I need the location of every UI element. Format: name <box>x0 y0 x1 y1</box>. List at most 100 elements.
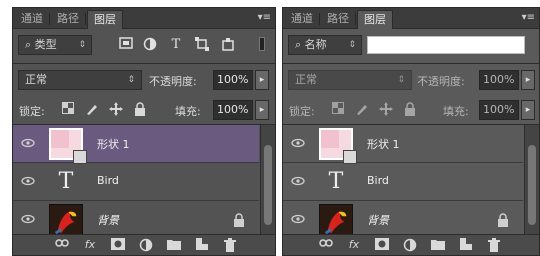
opacity-input[interactable]: 100% <box>213 70 253 90</box>
delete-icon[interactable] <box>223 238 237 252</box>
text-layer-icon: T <box>58 169 74 194</box>
blend-mode-select[interactable]: 正常 ⇕ <box>18 70 142 90</box>
filter-kind-select[interactable]: ⌕ 类型 ⇕ <box>18 35 92 55</box>
layers-panel-left: 通道 路径 图层 ▾≡ ⌕ 类型 ⇕ T 正常 ⇕ 不透明度: 100% ▸ 锁… <box>12 7 276 256</box>
scrollbar-thumb[interactable] <box>528 145 536 225</box>
panel-footer: fx <box>283 234 539 255</box>
layer-row-bird[interactable]: T Bird <box>13 163 259 201</box>
add-mask-icon[interactable] <box>111 238 125 252</box>
opacity-dropdown-button[interactable]: ▸ <box>521 70 535 90</box>
lock-label: 锁定: <box>289 105 315 118</box>
panel-tabs: 通道 路径 图层 ▾≡ <box>283 8 539 29</box>
shape-filter-icon[interactable] <box>193 37 211 53</box>
lock-position-icon[interactable] <box>109 102 123 116</box>
group-folder-icon[interactable] <box>431 238 445 252</box>
fx-icon[interactable]: fx <box>347 238 361 252</box>
chevron-down-icon: ⇕ <box>127 75 135 85</box>
layer-name[interactable]: Bird <box>97 174 119 187</box>
blend-mode-select[interactable]: 正常 ⇕ <box>288 70 412 90</box>
filter-kind-select[interactable]: ⌕ 名称 ⇕ <box>288 35 362 55</box>
tab-divider <box>355 13 356 25</box>
fill-input[interactable]: 100% <box>213 100 253 120</box>
scrollbar[interactable] <box>260 125 275 235</box>
lock-all-icon[interactable] <box>133 102 147 116</box>
text-layer-icon: T <box>328 169 344 194</box>
layer-name[interactable]: Bird <box>367 174 389 187</box>
opacity-label: 不透明度: <box>417 75 465 88</box>
search-icon: ⌕ <box>25 38 35 51</box>
blend-mode-value: 正常 <box>295 73 317 86</box>
filter-kind-label: 名称 <box>304 38 327 51</box>
panel-footer: fx <box>13 234 275 255</box>
lock-icon <box>498 213 508 227</box>
new-layer-icon[interactable] <box>459 238 473 252</box>
divider <box>13 63 275 64</box>
lock-position-icon[interactable] <box>379 102 393 116</box>
scrollbar-thumb[interactable] <box>264 145 272 225</box>
layer-row-shape[interactable]: 形状 1 <box>283 125 523 164</box>
link-layers-icon[interactable] <box>55 238 69 252</box>
layer-name[interactable]: 形状 1 <box>97 136 130 152</box>
fill-dropdown-button[interactable]: ▸ <box>521 100 535 120</box>
fx-icon[interactable]: fx <box>83 238 97 252</box>
eye-icon[interactable] <box>291 175 305 187</box>
scrollbar[interactable] <box>524 125 539 235</box>
eye-icon[interactable] <box>21 137 35 149</box>
type-filter-icon[interactable]: T <box>167 37 185 53</box>
eye-icon[interactable] <box>21 175 35 187</box>
layer-row-shape[interactable]: 形状 1 <box>13 125 259 164</box>
layers-panel-right: 通道 路径 图层 ▾≡ ⌕ 名称 ⇕ 正常 ⇕ 不透明度: 100% ▸ 锁定:… <box>282 7 540 256</box>
image-filter-icon[interactable] <box>117 37 135 53</box>
tab-divider <box>85 13 86 25</box>
tab-divider <box>319 13 320 25</box>
opacity-dropdown-button[interactable]: ▸ <box>255 70 269 90</box>
add-mask-icon[interactable] <box>375 238 389 252</box>
lock-transparency-icon[interactable] <box>61 102 75 116</box>
opacity-input[interactable]: 100% <box>479 70 519 90</box>
group-folder-icon[interactable] <box>167 238 181 252</box>
filter-kind-label: 类型 <box>34 38 57 51</box>
new-layer-icon[interactable] <box>195 238 209 252</box>
adjustment-layer-icon[interactable] <box>403 238 417 252</box>
tab-layers[interactable]: 图层 <box>87 10 123 29</box>
tab-channels[interactable]: 通道 <box>285 10 319 28</box>
delete-icon[interactable] <box>487 238 501 252</box>
lock-all-icon[interactable] <box>403 102 417 116</box>
eye-icon[interactable] <box>291 137 305 149</box>
lock-transparency-icon[interactable] <box>331 102 345 116</box>
tab-divider <box>49 13 50 25</box>
lock-pixels-icon[interactable] <box>85 102 99 116</box>
background-thumbnail <box>49 204 83 236</box>
adjustment-layer-icon[interactable] <box>139 238 153 252</box>
divider <box>283 63 539 64</box>
tab-paths[interactable]: 路径 <box>321 10 355 28</box>
panel-menu-icon[interactable]: ▾≡ <box>522 12 535 23</box>
layer-name[interactable]: 背景 <box>97 212 119 228</box>
layer-name[interactable]: 背景 <box>367 212 389 228</box>
fill-input[interactable]: 100% <box>479 100 519 120</box>
search-icon: ⌕ <box>295 38 305 51</box>
chevron-down-icon: ⇕ <box>78 40 86 50</box>
tab-layers[interactable]: 图层 <box>357 10 393 29</box>
layer-name[interactable]: 形状 1 <box>367 136 400 152</box>
layers-list: 形状 1 T Bird 背景 <box>13 125 259 239</box>
chevron-down-icon: ⇕ <box>348 40 356 50</box>
lock-icon <box>234 213 244 227</box>
eye-icon[interactable] <box>21 213 35 225</box>
lock-pixels-icon[interactable] <box>355 102 369 116</box>
vector-mask-link-icon <box>73 150 87 164</box>
eye-icon[interactable] <box>291 213 305 225</box>
fill-label: 填充: <box>175 105 201 118</box>
filter-toggle[interactable] <box>259 37 265 51</box>
fill-dropdown-button[interactable]: ▸ <box>255 100 269 120</box>
link-layers-icon[interactable] <box>319 238 333 252</box>
layer-thumbnail-shape <box>319 128 357 164</box>
adjustment-filter-icon[interactable] <box>141 37 159 53</box>
tab-paths[interactable]: 路径 <box>51 10 85 28</box>
layer-row-bird[interactable]: T Bird <box>283 163 523 201</box>
chevron-down-icon: ⇕ <box>397 75 405 85</box>
panel-menu-icon[interactable]: ▾≡ <box>258 12 271 23</box>
tab-channels[interactable]: 通道 <box>15 10 49 28</box>
layer-name-search-input[interactable] <box>367 36 525 54</box>
smart-object-filter-icon[interactable] <box>219 37 237 53</box>
